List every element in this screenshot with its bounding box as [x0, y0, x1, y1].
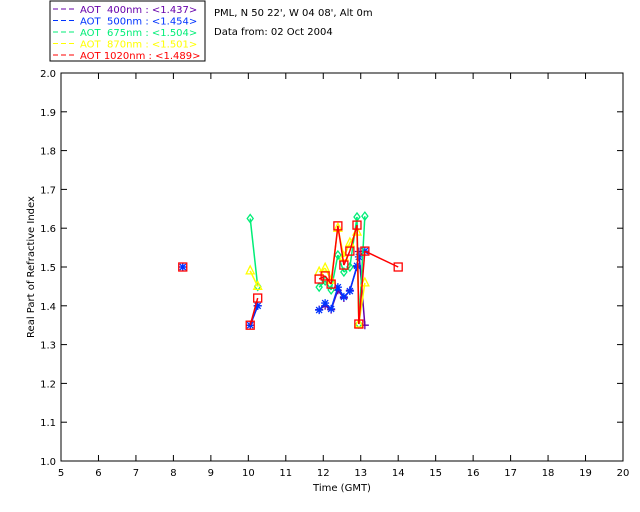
x-tick-label: 17 [504, 468, 517, 479]
series-segment [249, 218, 259, 287]
y-tick-label: 1.6 [40, 224, 56, 235]
series-segment [356, 225, 360, 325]
y-tick-label: 1.2 [40, 379, 56, 390]
x-tick-label: 5 [58, 468, 64, 479]
x-axis-label: Time (GMT) [312, 483, 371, 494]
y-tick-label: 1.3 [40, 341, 56, 352]
x-tick-label: 19 [579, 468, 592, 479]
series-diamond [246, 211, 369, 330]
y-tick-label: 1.5 [40, 263, 56, 274]
x-tick-label: 9 [208, 468, 214, 479]
series-layer [178, 211, 403, 330]
series-segment [364, 250, 399, 268]
x-tick-label: 8 [170, 468, 176, 479]
y-tick-label: 2.0 [40, 69, 56, 80]
x-tick-label: 12 [317, 468, 330, 479]
legend-entry: AOT 500nm : <1.454> [80, 17, 197, 28]
site-label: PML, N 50 22', W 04 08', Alt 0m [214, 8, 373, 19]
series-triangle [245, 221, 370, 328]
y-tick-label: 1.1 [40, 418, 56, 429]
y-tick-label: 1.8 [40, 147, 56, 158]
triangle-marker [245, 264, 256, 275]
star-marker [354, 252, 363, 261]
x-tick-label: 14 [392, 468, 405, 479]
triangle-marker [320, 261, 331, 272]
y-tick-label: 1.0 [40, 457, 56, 468]
refractive-index-chart: AOT 400nm : <1.437>AOT 500nm : <1.454>AO… [26, 0, 630, 494]
y-tick-label: 1.7 [40, 185, 56, 196]
date-label: Data from: 02 Oct 2004 [214, 27, 333, 38]
y-axis-label: Real Part of Refractive Index [26, 196, 37, 338]
x-tick-label: 15 [429, 468, 442, 479]
star-marker [178, 263, 187, 271]
x-tick-label: 16 [467, 468, 480, 479]
x-tick-label: 7 [133, 468, 139, 479]
legend-entry: AOT 1020nm : <1.489> [80, 51, 200, 62]
legend-entry: AOT 870nm : <1.501> [80, 40, 197, 51]
y-tick-label: 1.9 [40, 108, 56, 119]
star-marker [327, 304, 336, 313]
x-tick-label: 10 [242, 468, 255, 479]
star-marker [315, 306, 324, 315]
star-marker [345, 287, 354, 296]
x-tick-label: 11 [279, 468, 292, 479]
legend-entry: AOT 400nm : <1.437> [80, 5, 197, 16]
star-marker [321, 299, 330, 308]
y-tick-label: 1.4 [40, 302, 56, 313]
x-tick-label: 6 [95, 468, 101, 479]
x-tick-label: 18 [542, 468, 555, 479]
legend-entry: AOT 675nm : <1.504> [80, 28, 197, 39]
x-tick-label: 20 [617, 468, 630, 479]
x-tick-label: 13 [354, 468, 367, 479]
star-marker [339, 292, 348, 301]
series-square [178, 220, 403, 330]
